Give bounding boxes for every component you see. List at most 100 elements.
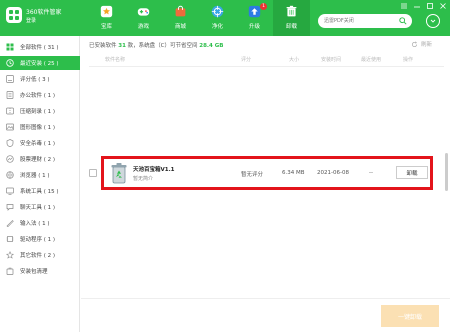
scrollbar[interactable] (445, 153, 448, 191)
shopping-bag-icon (175, 5, 186, 17)
nav-label: 游戏 (137, 24, 149, 30)
browser-icon (6, 171, 14, 179)
col-header-install-time[interactable]: 安装时间 (321, 56, 341, 66)
main-nav: 宝库 游戏 商城 净化 1 升级 卸载 (88, 0, 310, 36)
category-sidebar: 全部软件 ( 31 ) 最近安装 ( 25 ) 评分低 ( 3 ) 办公软件 (… (0, 36, 80, 332)
app-title: 360软件管家 (26, 9, 62, 16)
app-description: 暂无简介 (133, 176, 154, 182)
cleanup-icon (6, 267, 14, 275)
image-icon (6, 123, 14, 131)
nav-tab-treasure[interactable]: 宝库 (88, 0, 125, 36)
chevron-down-icon (430, 19, 436, 23)
sidebar-item-label: 最近安装 ( 25 ) (20, 61, 59, 67)
col-header-rating[interactable]: 评分 (241, 56, 251, 66)
brand: 360软件管家 登录 (6, 5, 76, 31)
nav-label: 宝库 (100, 24, 112, 30)
sidebar-item-finance[interactable]: 股票理财 ( 2 ) (0, 152, 80, 166)
trash-icon (286, 5, 297, 17)
update-count-badge: 1 (260, 3, 267, 10)
sidebar-item-low-rating[interactable]: 评分低 ( 3 ) (0, 72, 80, 86)
menu-icon[interactable] (400, 2, 408, 10)
search-box (318, 14, 412, 28)
app-size: 6.34 MB (282, 170, 305, 176)
sidebar-item-label: 输入法 ( 1 ) (20, 221, 50, 227)
sidebar-item-label: 办公软件 ( 1 ) (20, 93, 56, 99)
highlight-box (101, 156, 433, 190)
top-header: 360软件管家 登录 宝库 游戏 商城 净化 1 升级 卸载 (0, 0, 450, 36)
nav-tab-uninstall[interactable]: 卸载 (273, 0, 310, 36)
sidebar-item-label: 安全杀毒 ( 1 ) (20, 141, 56, 147)
driver-icon (6, 236, 14, 242)
sidebar-item-all[interactable]: 全部软件 ( 31 ) (0, 40, 80, 54)
nav-label: 升级 (248, 24, 260, 30)
app-install-date: 2021-06-08 (317, 170, 349, 176)
nav-label: 净化 (211, 24, 223, 30)
col-header-action: 操作 (403, 57, 414, 63)
header-divider (89, 66, 444, 67)
sidebar-item-cleanup[interactable]: 安装包清理 (0, 264, 80, 278)
keyboard-icon (6, 220, 14, 227)
minimize-icon[interactable] (413, 2, 421, 10)
aperture-icon (211, 5, 224, 18)
search-input[interactable] (324, 16, 396, 26)
bottom-bar: 一键卸载 (81, 298, 450, 332)
sidebar-item-drivers[interactable]: 驱动程序 ( 1 ) (0, 232, 80, 246)
sidebar-item-graphics[interactable]: 图形图像 ( 1 ) (0, 120, 80, 134)
installed-count: 31 (118, 43, 126, 49)
nav-tab-purify[interactable]: 净化 (199, 0, 236, 36)
sidebar-item-label: 评分低 ( 3 ) (20, 77, 50, 83)
app-name: 天池百宝箱V1.1 (133, 167, 175, 173)
refresh-button[interactable]: 刷新 (411, 40, 432, 48)
sidebar-item-security[interactable]: 安全杀毒 ( 1 ) (0, 136, 80, 150)
sidebar-item-label: 股票理财 ( 2 ) (20, 157, 56, 163)
gamepad-icon (137, 8, 150, 16)
table-row[interactable]: 天池百宝箱V1.1 暂无简介 暂无评分 6.34 MB 2021-06-08 -… (81, 156, 450, 191)
other-icon (6, 251, 14, 259)
sidebar-item-recent[interactable]: 最近安装 ( 25 ) (0, 56, 80, 70)
refresh-icon (411, 40, 418, 47)
clock-icon (6, 59, 14, 67)
nav-tab-store[interactable]: 商城 (162, 0, 199, 36)
grid-icon (6, 43, 14, 51)
nav-label: 商城 (174, 24, 186, 30)
row-checkbox[interactable] (89, 169, 97, 177)
search-icon[interactable] (399, 17, 407, 25)
sidebar-item-system-tools[interactable]: 系统工具 ( 15 ) (0, 184, 80, 198)
rating-icon (6, 75, 14, 83)
download-manager-button[interactable] (426, 14, 440, 28)
sidebar-item-compress[interactable]: 压缩刻录 ( 1 ) (0, 104, 80, 118)
summary-mid: 款，系统盘（C）可节省空间 (127, 43, 198, 49)
sidebar-item-browser[interactable]: 浏览器 ( 1 ) (0, 168, 80, 182)
sidebar-item-chat[interactable]: 聊天工具 ( 1 ) (0, 200, 80, 214)
col-header-last-used[interactable]: 最近使用 (361, 56, 381, 66)
uninstall-button[interactable]: 卸载 (396, 166, 428, 179)
close-icon[interactable] (439, 2, 447, 10)
one-click-uninstall-button[interactable]: 一键卸载 (381, 305, 439, 327)
compress-icon (6, 107, 14, 115)
stock-icon (6, 155, 14, 163)
app-last-used: -- (369, 170, 373, 176)
sidebar-item-other[interactable]: 其它软件 ( 2 ) (0, 248, 80, 262)
app-rating: 暂无评分 (241, 172, 264, 178)
shield-icon (6, 139, 14, 147)
sidebar-item-input-method[interactable]: 输入法 ( 1 ) (0, 216, 80, 230)
sidebar-item-office[interactable]: 办公软件 ( 1 ) (0, 88, 80, 102)
nav-tab-upgrade[interactable]: 1 升级 (236, 0, 273, 36)
col-header-size[interactable]: 大小 (289, 56, 299, 66)
sidebar-item-label: 安装包清理 (20, 269, 48, 275)
sidebar-item-label: 聊天工具 ( 1 ) (20, 205, 56, 211)
tools-icon (6, 187, 14, 195)
install-summary: 已安装软件 31 款，系统盘（C）可节省空间 28.4 GB (89, 41, 223, 49)
office-icon (6, 91, 14, 99)
nav-tab-games[interactable]: 游戏 (125, 0, 162, 36)
chat-icon (6, 204, 14, 211)
sidebar-item-label: 图形图像 ( 1 ) (20, 125, 56, 131)
saveable-size: 28.4 GB (199, 43, 224, 49)
sidebar-item-label: 压缩刻录 ( 1 ) (20, 109, 56, 115)
login-link[interactable]: 登录 (26, 17, 36, 24)
app-logo-icon (6, 7, 22, 23)
col-header-name[interactable]: 软件名称 (105, 56, 125, 66)
maximize-icon[interactable] (426, 2, 434, 10)
refresh-label: 刷新 (421, 42, 433, 48)
sidebar-item-label: 系统工具 ( 15 ) (20, 189, 59, 195)
